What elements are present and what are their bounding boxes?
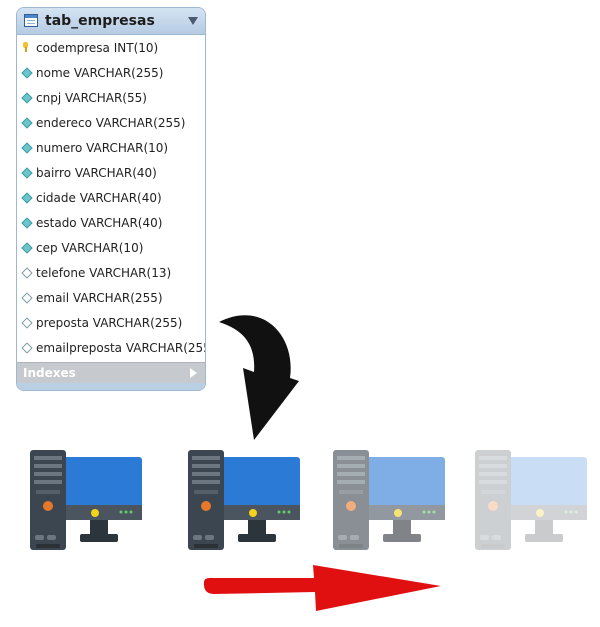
computer-4 xyxy=(475,450,587,550)
computer-3 xyxy=(333,450,445,550)
desktop-computer-icon xyxy=(30,450,142,550)
computer-1 xyxy=(30,450,142,550)
curved-arrow-icon xyxy=(219,315,299,440)
illustration-canvas xyxy=(30,315,587,611)
desktop-computer-icon xyxy=(333,450,445,550)
computer-2 xyxy=(188,450,300,550)
desktop-computer-icon xyxy=(475,450,587,550)
red-arrow-icon xyxy=(203,565,441,611)
desktop-computer-icon xyxy=(188,450,300,550)
